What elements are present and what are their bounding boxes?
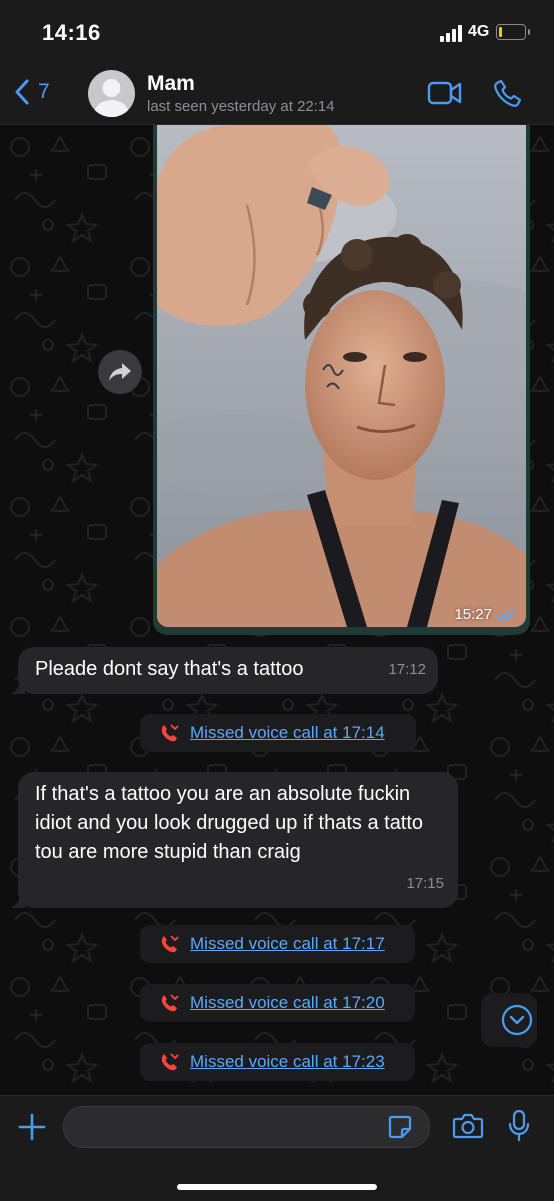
chevron-down-circle-icon: [501, 1004, 533, 1036]
camera-icon[interactable]: [452, 1111, 484, 1141]
missed-call-notice[interactable]: Missed voice call at 17:20: [140, 984, 415, 1022]
missed-call-icon: [161, 935, 179, 953]
missed-call-icon: [161, 1053, 179, 1071]
back-button[interactable]: 7: [14, 78, 50, 106]
last-seen-status: last seen yesterday at 22:14: [147, 98, 335, 115]
chat-area[interactable]: 15:27 Pleade dont say that's a tattoo 17…: [0, 125, 554, 1095]
contact-name[interactable]: Mam: [147, 72, 195, 96]
read-receipt-icon: [496, 608, 516, 621]
chevron-left-icon: [15, 79, 29, 105]
avatar[interactable]: [88, 70, 135, 117]
missed-call-label[interactable]: Missed voice call at 17:17: [190, 934, 385, 954]
photo-timestamp: 15:27: [454, 606, 518, 623]
forward-arrow-icon: [109, 363, 131, 381]
missed-call-notice[interactable]: Missed voice call at 17:14: [140, 714, 416, 752]
home-indicator: [177, 1184, 377, 1190]
photo-message-bubble[interactable]: 15:27: [153, 125, 530, 635]
phone-call-icon[interactable]: [493, 78, 523, 108]
missed-call-label[interactable]: Missed voice call at 17:23: [190, 1052, 385, 1072]
selfie-photo[interactable]: [157, 125, 526, 627]
default-person-icon: [94, 79, 129, 117]
photo-time-text: 15:27: [454, 606, 492, 623]
message-text: Pleade dont say that's a tattoo: [35, 658, 304, 680]
scroll-to-bottom-button[interactable]: [481, 993, 537, 1047]
microphone-icon[interactable]: [507, 1109, 531, 1143]
missed-call-icon: [161, 724, 179, 742]
unread-chats-count: 7: [38, 80, 50, 103]
bubble-tail: [11, 892, 25, 908]
battery-level: [499, 27, 502, 37]
network-type: 4G: [468, 23, 490, 40]
missed-call-notice[interactable]: Missed voice call at 17:17: [140, 925, 415, 963]
incoming-message-bubble[interactable]: Pleade dont say that's a tattoo 17:12: [11, 647, 438, 694]
photo-image: [157, 125, 526, 627]
message-input-bar: [0, 1095, 554, 1201]
battery-icon: [496, 24, 530, 40]
message-time: 17:15: [406, 875, 444, 892]
bubble-tail: [11, 678, 25, 694]
missed-call-label[interactable]: Missed voice call at 17:14: [190, 723, 385, 743]
missed-call-icon: [161, 994, 179, 1012]
sticker-icon[interactable]: [387, 1114, 413, 1140]
status-time: 14:16: [42, 20, 101, 45]
missed-call-label[interactable]: Missed voice call at 17:20: [190, 993, 385, 1013]
video-call-icon[interactable]: [427, 80, 463, 106]
plus-icon[interactable]: [17, 1112, 47, 1142]
incoming-message-bubble[interactable]: If that's a tattoo you are an absolute f…: [11, 772, 458, 908]
forward-button[interactable]: [98, 350, 142, 394]
message-time: 17:12: [388, 661, 426, 678]
message-text: If that's a tattoo you are an absolute f…: [35, 783, 424, 863]
message-input[interactable]: [63, 1106, 430, 1148]
missed-call-notice[interactable]: Missed voice call at 17:23: [140, 1043, 415, 1081]
signal-icon: [440, 24, 466, 42]
status-bar: 14:16 4G: [0, 0, 554, 62]
chat-header: 7 Mam last seen yesterday at 22:14: [0, 62, 554, 125]
